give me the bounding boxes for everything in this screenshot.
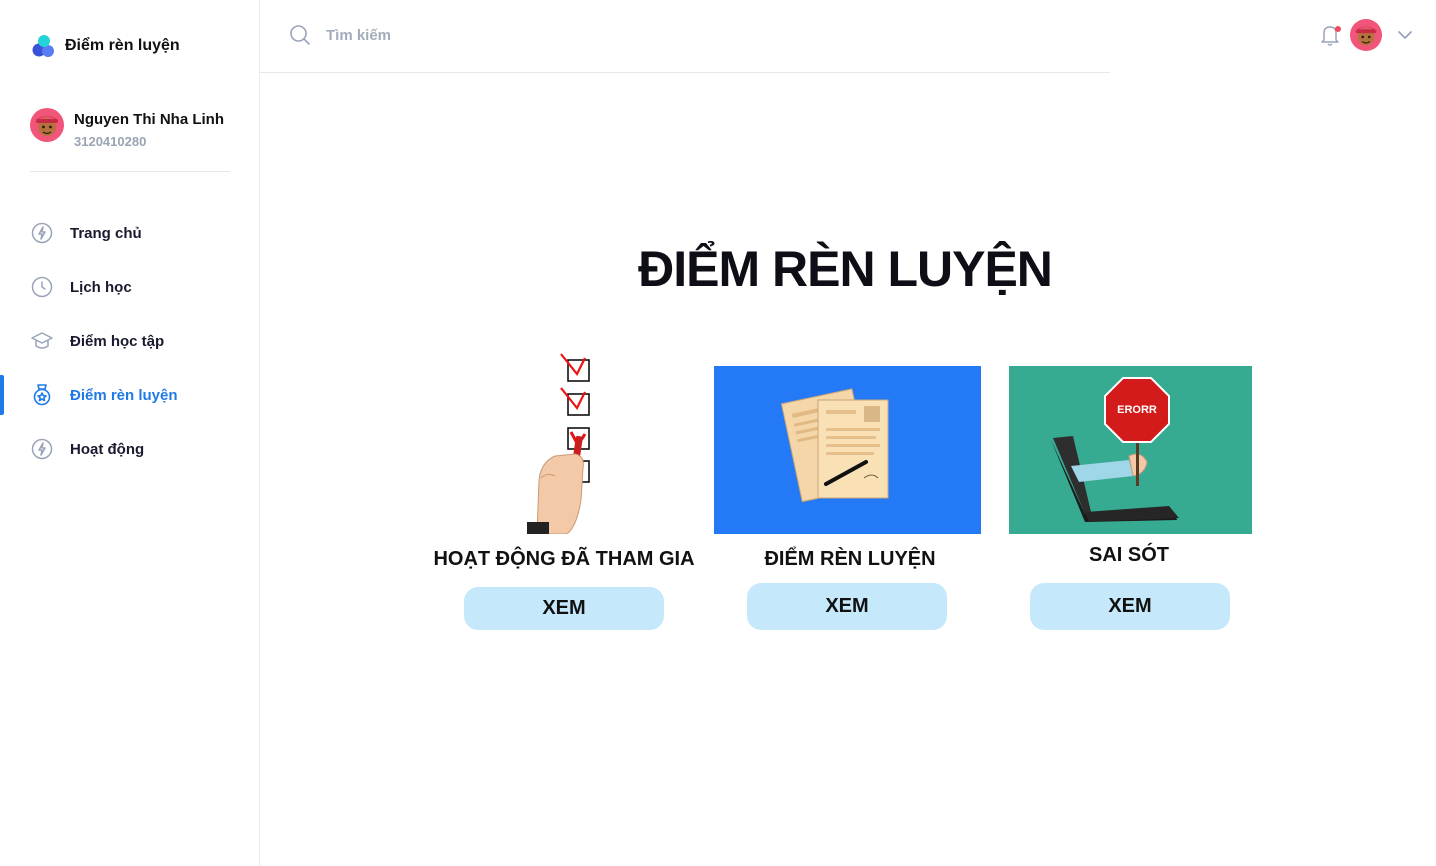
chevron-down-icon[interactable] [1396,26,1414,44]
sidebar-item-lich-hoc[interactable]: Lịch học [0,260,259,314]
sidebar: Điểm rèn luyện Nguyen Thi Nha Linh 31204… [0,0,260,866]
sidebar-item-diem-hoc-tap[interactable]: Điểm học tập [0,314,259,368]
sidebar-item-label: Điểm học tập [70,332,165,350]
user-profile[interactable]: Nguyen Thi Nha Linh 3120410280 [30,108,224,149]
sidebar-divider [30,171,230,172]
badge-star-icon [30,383,54,407]
notification-dot [1335,26,1341,32]
brand-logo-icon [31,33,57,59]
top-header [260,0,1110,73]
card-title: ĐIỂM RÈN LUYỆN [764,548,936,570]
sidebar-item-label: Lịch học [70,278,132,296]
page-title: ĐIỂM RÈN LUYỆN [638,241,1053,297]
xem-button[interactable]: XEM [1030,583,1230,630]
lightning-circle-icon [30,221,54,245]
header-actions [1318,19,1414,51]
sidebar-item-diem-ren-luyen[interactable]: Điểm rèn luyện [0,368,259,422]
documents-pen-illustration [714,366,981,534]
clock-icon [30,275,54,299]
user-name: Nguyen Thi Nha Linh [74,111,224,128]
avatar[interactable] [1350,19,1382,51]
svg-text:ERORR: ERORR [1117,404,1157,416]
user-student-id: 3120410280 [74,134,147,149]
sidebar-item-hoat-dong[interactable]: Hoạt động [0,422,259,476]
sidebar-item-label: Điểm rèn luyện [70,386,178,404]
card-title: HOẠT ĐỘNG ĐÃ THAM GIA [433,548,695,570]
search-input[interactable] [326,22,626,48]
avatar [30,108,64,142]
laptop-error-sign-illustration: ERORR [1009,366,1252,534]
sidebar-item-label: Trang chủ [70,224,142,242]
sidebar-item-trang-chu[interactable]: Trang chủ [0,206,259,260]
lightning-circle-icon [30,437,54,461]
search-icon[interactable] [289,24,311,51]
checklist-hand-illustration [525,350,605,534]
brand[interactable]: Điểm rèn luyện [31,33,180,59]
brand-title: Điểm rèn luyện [65,37,180,54]
sidebar-nav: Trang chủ Lịch học Điểm học tập Điểm rèn… [0,206,259,476]
graduation-cap-icon [30,329,54,353]
bell-icon[interactable] [1318,20,1342,50]
sidebar-item-label: Hoạt động [70,440,145,458]
xem-button[interactable]: XEM [747,583,947,630]
xem-button[interactable]: XEM [464,587,664,630]
card-title: SAI SÓT [1088,544,1169,566]
